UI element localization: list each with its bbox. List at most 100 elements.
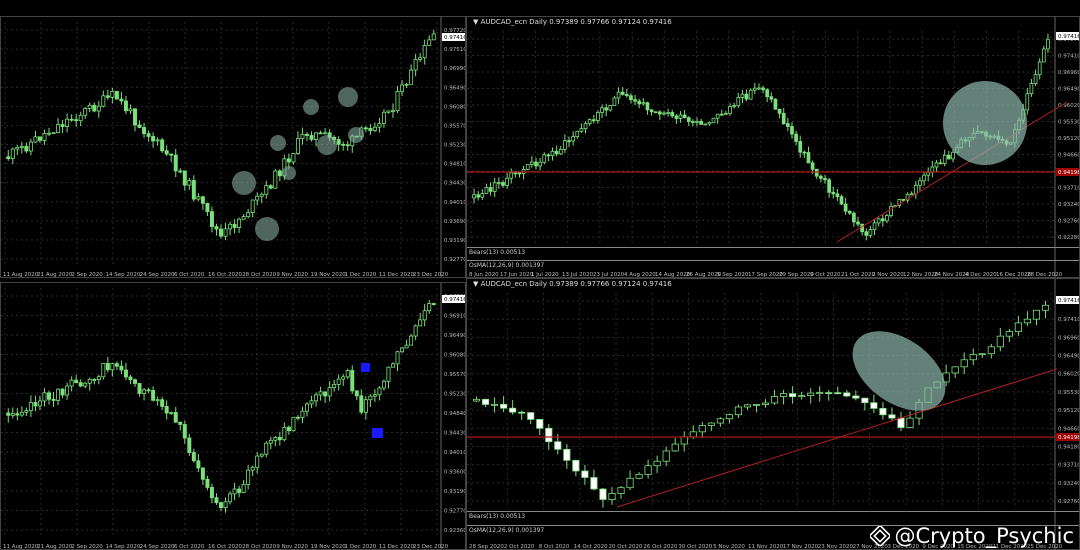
candle-body: [645, 102, 650, 111]
time-axis-label: 23 Nov 2020: [818, 544, 854, 550]
candle-body: [666, 112, 670, 114]
candle-body: [391, 363, 395, 368]
candle-body: [906, 417, 914, 428]
candle-body: [295, 138, 300, 154]
candle-body: [852, 212, 856, 223]
current-price-label: 0.97416: [444, 35, 466, 41]
candle-body: [591, 119, 596, 122]
candle-body: [909, 193, 914, 196]
candle-body: [327, 387, 332, 397]
candle-body: [629, 95, 633, 101]
candle-body: [6, 156, 11, 159]
candle-body: [481, 398, 490, 405]
candle-body: [567, 140, 571, 143]
candle-body: [137, 124, 142, 128]
candle-body: [888, 414, 896, 419]
price-axis-label: 0.93190: [444, 238, 466, 244]
candle-body: [843, 203, 848, 212]
candle-body: [264, 185, 269, 195]
candle-body: [1033, 74, 1038, 84]
indicator-label-bears: Bears(13) 0.00513: [469, 249, 526, 256]
candle-body: [219, 502, 223, 509]
chart-pane-bottom-right[interactable]: ▼ AUDCAD_ecn Daily 0.97389 0.97766 0.971…: [466, 278, 1080, 550]
candle-body: [653, 111, 658, 114]
candle-body: [200, 467, 205, 480]
candle-body: [550, 150, 555, 157]
candle-body: [620, 91, 625, 95]
price-axis-label: 0.93690: [444, 219, 466, 225]
candle-body: [114, 363, 119, 367]
time-axis-label: 23 Dec 2020: [413, 544, 449, 550]
candle-body: [847, 210, 852, 214]
candle-body: [752, 404, 761, 406]
candle-body: [728, 106, 732, 114]
candle-body: [96, 105, 101, 112]
candle-body: [33, 136, 38, 143]
candle-body: [368, 127, 373, 131]
candle-body: [228, 493, 233, 503]
price-axis-label: 0.96910: [444, 314, 466, 320]
candle-body: [716, 418, 724, 424]
chart-pane-top-right[interactable]: ▼ AUDCAD_ecn Daily 0.97389 0.97766 0.971…: [466, 16, 1080, 278]
candle-body: [386, 366, 391, 382]
price-axis-label: 0.92280: [1058, 235, 1080, 241]
candle-body: [734, 406, 742, 416]
candle-body: [74, 379, 79, 384]
chart-canvas-top-left[interactable]: 0.977200.975100.969900.964900.960800.955…: [1, 17, 466, 278]
candle-body: [554, 441, 562, 450]
candle-body: [173, 154, 178, 172]
price-axis-label: 0.94430: [444, 431, 466, 437]
candle-body: [572, 459, 580, 472]
time-axis-label: 2 Oct 2020: [504, 544, 535, 550]
chart-pane-top-left[interactable]: 0.97720 0.97510 0.96990 0.96490 0.96080 0.955…: [0, 16, 466, 278]
candle-body: [241, 484, 246, 493]
candle-body: [575, 130, 580, 137]
candle-body: [682, 114, 687, 119]
chart-pane-bottom-left[interactable]: 0.977200.969100.964900.960800.955700.952…: [0, 282, 466, 550]
candle-body: [635, 473, 643, 479]
current-price-label: 0.97416: [1058, 34, 1080, 40]
price-axis-label: 0.96020: [1058, 372, 1080, 378]
candle-body: [789, 393, 797, 398]
candle-body: [583, 123, 588, 130]
candle-body: [28, 141, 33, 152]
candle-body: [395, 90, 400, 112]
candle-body: [725, 414, 733, 420]
time-axis-label: 16 Oct 2020: [208, 544, 243, 550]
candle-body: [209, 211, 214, 228]
entry-box-marker: [361, 363, 370, 372]
candle-body: [427, 303, 432, 312]
candle-body: [501, 182, 505, 186]
chart-canvas-bottom-right[interactable]: 0.978700.974100.969600.964900.960200.955…: [467, 279, 1080, 550]
candle-body: [554, 150, 559, 155]
candle-body: [678, 114, 683, 119]
time-axis-label: 1 Dec 2020: [345, 544, 377, 550]
candle-body: [173, 412, 178, 423]
chart-canvas-bottom-left[interactable]: 0.977200.969100.964900.960800.955700.952…: [1, 283, 466, 550]
candle-body: [133, 108, 137, 126]
candle-body: [391, 110, 395, 113]
candle-body: [616, 91, 621, 99]
candle-body: [47, 132, 51, 135]
price-axis-label: 0.94840: [444, 411, 466, 417]
candle-body: [960, 359, 968, 368]
candle-body: [780, 393, 788, 397]
candle-body: [160, 139, 165, 152]
time-axis-label: 9 Nov 2020: [276, 272, 308, 278]
candle-body: [492, 182, 497, 192]
binance-diamond-icon: [870, 526, 891, 546]
candle-body: [509, 407, 517, 413]
price-axis-label: 0.93710: [1058, 186, 1080, 192]
candle-body: [807, 392, 815, 397]
price-axis-label: 0.94010: [444, 450, 466, 456]
candle-body: [525, 164, 530, 170]
candle-body: [513, 172, 518, 175]
candle-body: [843, 392, 851, 397]
candle-body: [748, 89, 753, 100]
candle-body: [951, 151, 955, 160]
candle-body: [128, 108, 133, 112]
chart-canvas-top-right[interactable]: 0.978700.974100.969600.964900.960200.955…: [467, 17, 1080, 278]
candle-body: [422, 310, 427, 321]
candle-body: [691, 121, 695, 123]
candle-body: [78, 382, 83, 387]
